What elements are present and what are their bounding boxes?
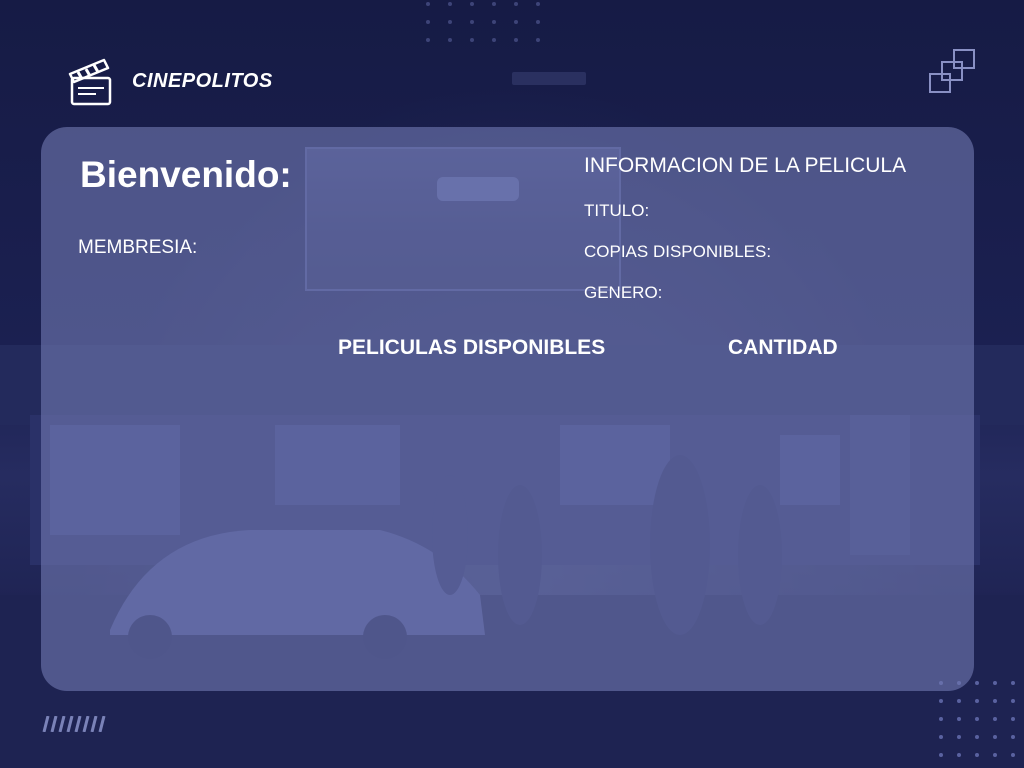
title-label: TITULO: [584, 201, 650, 220]
movies-column-header: PELICULAS DISPONIBLES [338, 336, 606, 359]
divider-decoration [512, 72, 586, 85]
content-panel [41, 127, 974, 691]
movie-info-title: INFORMACION DE LA PELICULA [584, 154, 907, 177]
welcome-heading: Bienvenido: [80, 154, 292, 195]
clapperboard-icon [68, 58, 112, 106]
brand-name: CINEPOLITOS [132, 69, 273, 92]
dot-grid-decoration [426, 2, 540, 42]
genre-label: GENERO: [584, 283, 663, 302]
quantity-column-header: CANTIDAD [728, 336, 838, 359]
brand: CINEPOLITOS [66, 52, 273, 110]
squares-decoration [929, 49, 975, 93]
stripes-decoration [42, 716, 106, 732]
copies-label: COPIAS DISPONIBLES: [584, 242, 772, 261]
membership-label: MEMBRESIA: [78, 237, 198, 258]
